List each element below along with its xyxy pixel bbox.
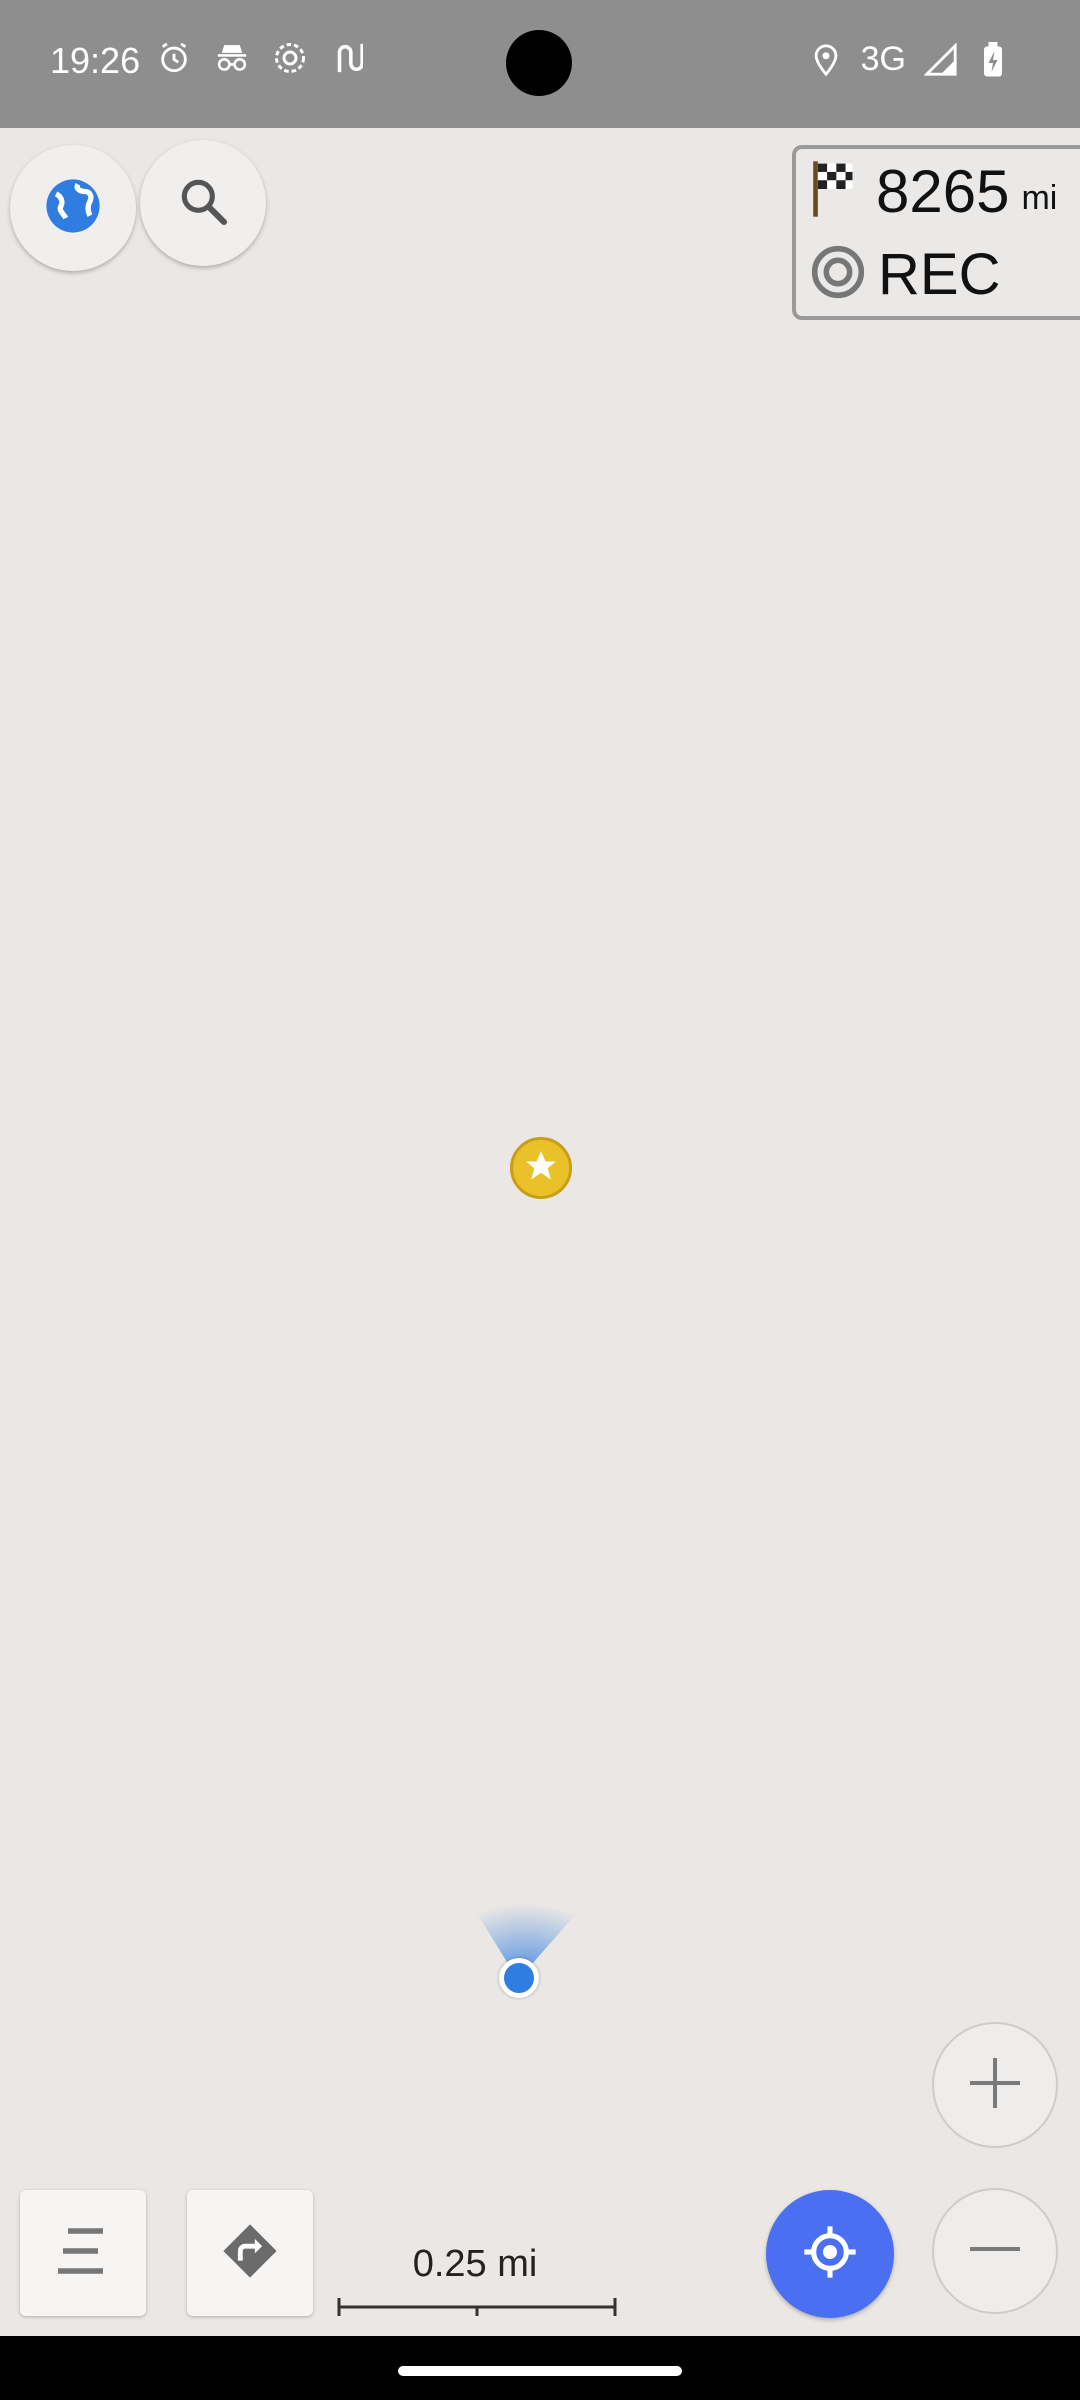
status-time: 19:26: [50, 40, 141, 81]
menu-button[interactable]: [20, 2190, 146, 2316]
camera-cutout: [506, 30, 572, 96]
plus-icon: [965, 2053, 1025, 2118]
status-icons-left: [156, 40, 366, 76]
scale-label: 0.25 mi: [412, 2243, 538, 2285]
battery-charging-icon: [976, 41, 1010, 77]
my-location-button[interactable]: [766, 2190, 894, 2318]
menu-icon: [53, 2223, 113, 2284]
home-gesture-handle[interactable]: [398, 2366, 682, 2376]
distance-unit: mi: [1021, 179, 1058, 217]
globe-icon: [44, 177, 102, 240]
record-icon: [810, 244, 866, 305]
globe-button[interactable]: [10, 145, 136, 271]
zoom-out-button[interactable]: [932, 2188, 1058, 2314]
signal-icon: [924, 42, 958, 77]
my-location-marker: [499, 1958, 539, 1998]
alarm-icon: [156, 40, 192, 76]
location-pin-icon: [809, 43, 843, 77]
crosshair-location-icon: [802, 2224, 858, 2285]
recording-widget[interactable]: REC: [810, 241, 1000, 308]
scale-bar: [337, 2298, 617, 2316]
minus-icon: [965, 2219, 1025, 2284]
zoom-in-button[interactable]: [932, 2022, 1058, 2148]
status-icons-right: 3G: [809, 40, 1010, 79]
settings-gear-icon: [272, 40, 308, 76]
directions-icon: [221, 2222, 279, 2285]
route-icon: [330, 40, 366, 76]
checkered-flag-icon: [810, 159, 858, 224]
distance-widget[interactable]: 8265 mi: [810, 157, 1057, 226]
favorite-marker[interactable]: [510, 1137, 572, 1199]
search-button[interactable]: [140, 140, 266, 266]
directions-button[interactable]: [187, 2190, 313, 2316]
trip-info-widget[interactable]: 8265 mi REC: [792, 145, 1080, 320]
status-bar: 19:26 3G: [0, 0, 1080, 128]
star-icon: [523, 1148, 559, 1189]
recording-label: REC: [878, 242, 1001, 307]
distance-value: 8265: [876, 158, 1010, 225]
search-icon: [175, 173, 231, 234]
incognito-icon: [214, 40, 250, 76]
network-type: 3G: [860, 40, 906, 78]
map-canvas[interactable]: [0, 128, 1080, 2336]
